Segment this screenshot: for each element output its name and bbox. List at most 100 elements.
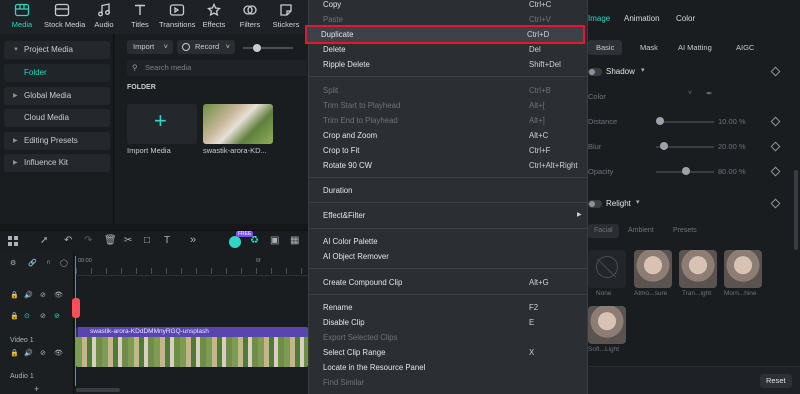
marker-icon[interactable]: ◯ (60, 259, 68, 267)
keyframe-icon[interactable] (770, 198, 781, 209)
eye-icon[interactable]: 👁 (54, 349, 63, 357)
chevron-down-icon[interactable]: ˅ (688, 90, 692, 97)
menu-item-select-clip-range[interactable]: Select Clip Range X (309, 345, 589, 360)
preset-none-tile[interactable] (588, 250, 626, 288)
import-button[interactable]: Import ˅ (127, 40, 173, 54)
menu-item-ai-color-palette[interactable]: AI Color Palette (309, 234, 589, 249)
opacity-value[interactable]: 80.00 % (718, 167, 746, 176)
toolbar-stickers[interactable]: Stickers (268, 3, 304, 33)
menu-item-split[interactable]: Split Ctrl+B (309, 83, 589, 98)
toolbar-effects[interactable]: Effects (196, 2, 232, 33)
crop-icon[interactable]: □ (144, 235, 150, 246)
zoom-slider[interactable] (243, 44, 293, 52)
keyframe-icon[interactable] (770, 66, 781, 77)
lock-icon[interactable]: 🔒 (10, 349, 19, 357)
expand-icon[interactable]: ▾ (636, 198, 640, 206)
add-track-icon[interactable]: + (34, 384, 39, 394)
timeline-video-clip[interactable]: swastik-arora-KDdDMMnyRGQ-unsplash (76, 327, 308, 367)
toolbar-transitions[interactable]: Transitions (159, 3, 195, 33)
eye-off-icon[interactable]: ⊘ (54, 312, 60, 320)
preset-atmosphere-tile[interactable] (634, 250, 672, 288)
tab-color[interactable]: Color (676, 14, 695, 23)
menu-item-rotate-90-cw[interactable]: Rotate 90 CW Ctrl+Alt+Right (309, 158, 589, 173)
keyframe-icon[interactable] (770, 166, 781, 177)
select-tool-icon[interactable]: ➚ (40, 235, 48, 246)
menu-item-paste[interactable]: Paste Ctrl+V (309, 12, 589, 27)
distance-value[interactable]: 10.00 % (718, 117, 746, 126)
menu-item-copy[interactable]: Copy Ctrl+C (309, 0, 589, 12)
toolbar-titles[interactable]: Titles (122, 3, 158, 33)
lock-icon[interactable]: 🔒 (10, 312, 19, 320)
volume-icon[interactable]: 🔊 (24, 349, 33, 357)
blur-slider-knob[interactable] (660, 142, 668, 150)
preset-morning-sunshine-tile[interactable] (724, 250, 762, 288)
split-icon[interactable]: ✂ (124, 235, 132, 246)
audio-sync-icon[interactable]: ♻ (250, 235, 259, 246)
volume-icon[interactable]: 🔊 (24, 291, 33, 299)
keyframe-icon[interactable] (770, 141, 781, 152)
preset-transition-light-tile[interactable] (679, 250, 717, 288)
preset-soft-light-tile[interactable] (588, 306, 626, 344)
hide-icon[interactable]: ⊘ (40, 349, 46, 357)
relight-tab-facial[interactable]: Facial (588, 224, 619, 238)
more-tools-icon[interactable]: » (190, 234, 196, 246)
grid-icon[interactable] (8, 236, 18, 246)
menu-item-locate-in-resource-panel[interactable]: Locate in the Resource Panel (309, 360, 589, 375)
toolbar-filters[interactable]: Filters (232, 3, 268, 33)
relight-toggle[interactable] (588, 200, 602, 208)
menu-item-ai-object-remover[interactable]: AI Object Remover (309, 249, 589, 264)
expand-icon[interactable]: ▾ (641, 66, 645, 74)
menu-item-crop-and-zoom[interactable]: Crop and Zoom Alt+C (309, 128, 589, 143)
opacity-slider-knob[interactable] (682, 167, 690, 175)
subtab-ai-matting[interactable]: AI Matting (670, 40, 720, 55)
search-input[interactable]: ⚲ Search media (127, 60, 307, 76)
hide-icon[interactable]: ⊘ (40, 312, 46, 320)
undo-icon[interactable]: ↶ (64, 235, 72, 246)
link-track-icon[interactable]: ⊙ (24, 312, 30, 320)
magnet-icon[interactable]: ∩ (46, 259, 51, 266)
picture-in-picture-icon[interactable]: ▦ (290, 235, 299, 246)
tab-image[interactable]: Image (588, 14, 610, 23)
menu-item-effect-filter[interactable]: Effect&Filter ▶ (309, 208, 589, 223)
menu-item-trim-start[interactable]: Trim Start to Playhead Alt+[ (309, 98, 589, 113)
menu-item-duration[interactable]: Duration (309, 183, 589, 198)
toolbar-stock-media[interactable]: Stock Media (44, 3, 85, 33)
timeline-ruler[interactable]: 00:00 6f (76, 256, 308, 276)
relight-tab-ambient[interactable]: Ambient (628, 224, 654, 238)
sidebar-item-project-media[interactable]: ▼ Project Media (4, 41, 110, 59)
eyedropper-icon[interactable]: ✒ (706, 89, 713, 98)
settings-icon[interactable]: ⚙ (10, 259, 16, 267)
shadow-toggle[interactable] (588, 68, 602, 76)
blur-value[interactable]: 20.00 % (718, 142, 746, 151)
sidebar-item-global-media[interactable]: ▶ Global Media (4, 87, 110, 105)
tab-animation[interactable]: Animation (624, 14, 660, 23)
sidebar-item-cloud-media[interactable]: Cloud Media (4, 109, 110, 127)
menu-item-find-similar[interactable]: Find Similar (309, 375, 589, 390)
sidebar-item-influence-kit[interactable]: ▶ Influence Kit (4, 154, 110, 172)
zoom-slider-knob[interactable] (253, 44, 261, 52)
timeline-scrollbar[interactable] (76, 388, 120, 392)
menu-item-duplicate[interactable]: Duplicate Ctrl+D (305, 25, 585, 44)
ai-feature-icon[interactable] (229, 236, 241, 248)
import-media-tile[interactable]: + (127, 104, 197, 144)
distance-slider[interactable] (656, 121, 714, 123)
menu-item-export-selected-clips[interactable]: Export Selected Clips (309, 330, 589, 345)
toolbar-audio[interactable]: Audio (86, 3, 122, 33)
menu-item-trim-end[interactable]: Trim End to Playhead Alt+] (309, 113, 589, 128)
sidebar-item-editing-presets[interactable]: ▶ Editing Presets (4, 132, 110, 150)
menu-item-ripple-delete[interactable]: Ripple Delete Shift+Del (309, 57, 589, 72)
redo-icon[interactable]: ↷ (84, 235, 92, 246)
menu-item-rename[interactable]: Rename F2 (309, 300, 589, 315)
relight-tab-presets[interactable]: Presets (673, 224, 697, 238)
text-tool-icon[interactable]: T (164, 235, 170, 246)
link-icon[interactable]: 🔗 (28, 259, 37, 267)
subtab-mask[interactable]: Mask (632, 40, 666, 55)
menu-item-disable-clip[interactable]: Disable Clip E (309, 315, 589, 330)
eye-icon[interactable]: 👁 (54, 291, 63, 299)
media-clip-thumbnail[interactable] (203, 104, 273, 144)
sidebar-item-folder[interactable]: Folder (4, 64, 110, 82)
menu-item-delete[interactable]: Delete Del (309, 42, 589, 57)
keyframe-icon[interactable] (770, 116, 781, 127)
toolbar-media[interactable]: Media (4, 3, 40, 33)
subtab-basic[interactable]: Basic (588, 40, 623, 55)
